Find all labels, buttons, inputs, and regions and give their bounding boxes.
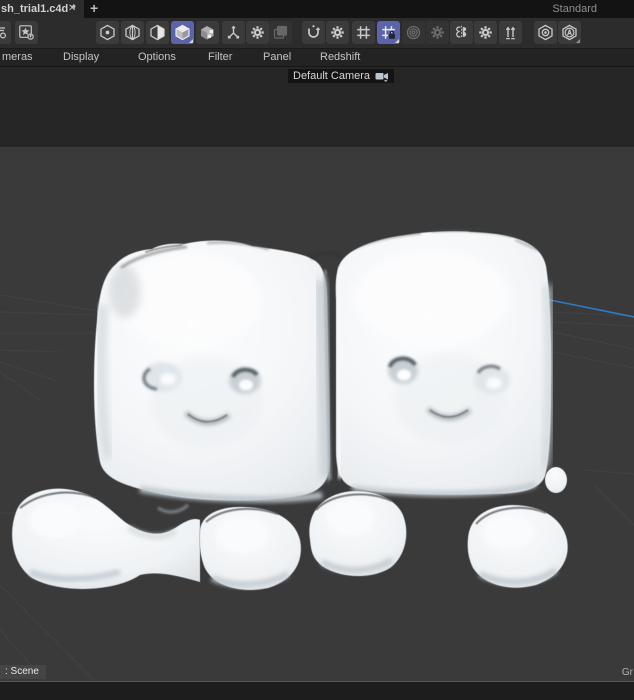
- application-window: sh_trial1.c4d * ✕ + Standard meras Displ…: [0, 0, 634, 700]
- rotate-settings-gear-icon[interactable]: [326, 21, 349, 44]
- bottom-panel-bar: [0, 682, 634, 700]
- active-camera-label: Default Camera: [293, 70, 371, 82]
- camera-icon: [375, 72, 389, 82]
- 3d-viewport[interactable]: Default Camera : Scene Gr: [0, 67, 634, 681]
- active-camera-chip[interactable]: Default Camera: [288, 69, 395, 83]
- marshmallow-characters-model: [0, 229, 634, 681]
- new-tab-button[interactable]: +: [90, 0, 98, 18]
- move-settings-gear-icon[interactable]: [246, 21, 269, 44]
- layers-icon[interactable]: [269, 21, 292, 44]
- shading-dot-hexagon-icon[interactable]: [96, 21, 119, 44]
- tab-bar: sh_trial1.c4d * ✕ + Standard: [0, 0, 634, 18]
- submenu-corner-indicator: [189, 39, 193, 43]
- symmetry-icon[interactable]: [450, 21, 473, 44]
- shading-line-hexagon-icon[interactable]: [121, 21, 144, 44]
- viewport-toolbar: [0, 18, 634, 49]
- submenu-corner-indicator: [576, 39, 580, 43]
- menu-filter[interactable]: Filter: [208, 49, 232, 66]
- move-axes-icon[interactable]: [222, 21, 245, 44]
- submenu-corner-indicator: [395, 39, 399, 43]
- layout-switcher[interactable]: Standard: [552, 0, 597, 18]
- document-tab-title: sh_trial1.c4d *: [1, 3, 76, 15]
- hexagon-auto-icon[interactable]: [558, 21, 581, 44]
- menu-display[interactable]: Display: [63, 49, 99, 66]
- rings-icon[interactable]: [402, 21, 425, 44]
- rotate-u-icon[interactable]: [302, 21, 325, 44]
- swap-up-arrows-icon[interactable]: [499, 21, 522, 44]
- viewport-menu-bar: meras Display Options Filter Panel Redsh…: [0, 49, 634, 67]
- scene-status-label: : Scene: [0, 665, 46, 679]
- shading-solid-cube-icon[interactable]: [171, 21, 194, 44]
- grid-lock-icon[interactable]: [377, 21, 400, 44]
- menu-options[interactable]: Options: [138, 49, 176, 66]
- rings-settings-gear-icon[interactable]: [426, 21, 449, 44]
- grid-info-label: Gr: [621, 667, 633, 678]
- left-arm-paw: [11, 488, 201, 590]
- symmetry-settings-gear-icon[interactable]: [474, 21, 497, 44]
- truncated-left-icon[interactable]: [0, 21, 11, 44]
- feet: [199, 490, 569, 591]
- shading-half-hexagon-icon[interactable]: [146, 21, 169, 44]
- menu-panel[interactable]: Panel: [263, 49, 291, 66]
- menu-cameras[interactable]: meras: [2, 49, 33, 66]
- tab-close-icon[interactable]: ✕: [68, 0, 76, 18]
- menu-redshift[interactable]: Redshift: [320, 49, 360, 66]
- hexagon-eye-icon[interactable]: [534, 21, 557, 44]
- asset-capsule-icon[interactable]: [15, 21, 38, 44]
- shading-broken-cube-icon[interactable]: [196, 21, 219, 44]
- grid-icon[interactable]: [352, 21, 375, 44]
